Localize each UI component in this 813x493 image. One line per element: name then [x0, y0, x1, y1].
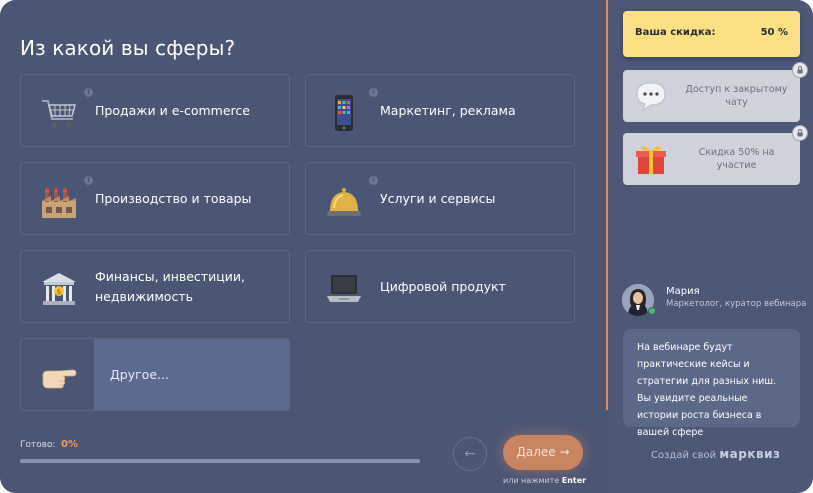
rewards-sidebar: Ваша скидка: 50 % Доступ к закрытому чат… [608, 0, 813, 493]
info-icon[interactable]: i [84, 88, 93, 97]
speech-bubble-icon [636, 82, 666, 112]
lock-icon [792, 125, 808, 141]
gift-icon [636, 146, 666, 174]
info-icon[interactable]: i [369, 176, 378, 185]
quiz-main-panel: Из какой вы сферы? i Продажи и e-commerc… [0, 0, 606, 493]
brand-logo: марквиз [719, 447, 781, 461]
enter-hint: или нажмите Enter [503, 476, 593, 485]
reward-discount: Скидка 50% на участие [623, 125, 808, 185]
service-bell-icon [327, 187, 361, 216]
online-indicator [648, 307, 656, 315]
footer-create-text: Создай свой [651, 450, 717, 461]
hint-key: Enter [561, 476, 587, 485]
author-message: На вебинаре будут практические кейсы и с… [623, 329, 800, 438]
hint-text: или нажмите [503, 476, 560, 485]
discount-label: Ваша скидка: [635, 27, 716, 38]
discount-banner: Ваша скидка: 50 % [623, 11, 800, 57]
bank-icon: $ [42, 273, 76, 305]
option-label: Производство и товары [95, 190, 252, 206]
option-label: Цифровой продукт [380, 278, 506, 294]
option-production-goods[interactable]: i Производство и товары [20, 162, 290, 235]
info-icon[interactable]: i [84, 176, 93, 185]
option-marketing-advertising[interactable]: i Маркетинг, реклама [305, 74, 575, 147]
lock-icon [792, 62, 808, 78]
question-title: Из какой вы сферы? [20, 36, 236, 60]
progress-value: 0% [61, 439, 78, 450]
option-label: Финансы, инвестиции, недвижимость [95, 268, 245, 304]
svg-text:$: $ [57, 288, 61, 296]
author-name: Мария [666, 286, 700, 297]
info-icon[interactable]: i [369, 88, 378, 97]
shopping-cart-icon [42, 100, 76, 128]
laptop-icon [327, 275, 361, 302]
pointing-hand-icon [42, 369, 77, 389]
back-button[interactable]: ← [453, 437, 487, 471]
option-sales-ecommerce[interactable]: i Продажи и e-commerce [20, 74, 290, 147]
next-button[interactable]: Далее → [503, 435, 583, 470]
create-quiz-link[interactable]: Создай свой марквиз [651, 447, 780, 461]
option-label: Маркетинг, реклама [380, 102, 516, 118]
reward-text: Скидка 50% на участие [698, 147, 775, 171]
mobile-phone-icon [335, 95, 353, 131]
factory-icon [42, 188, 76, 218]
option-other[interactable]: Другое... [20, 338, 290, 411]
progress-label: Готово: [20, 440, 56, 450]
quiz-window: Из какой вы сферы? i Продажи и e-commerc… [0, 0, 813, 493]
progress-bar [20, 459, 420, 463]
option-services[interactable]: i Услуги и сервисы [305, 162, 575, 235]
option-finance-investments-realty[interactable]: $ Финансы, инвестиции, недвижимость [20, 250, 290, 323]
option-digital-product[interactable]: Цифровой продукт [305, 250, 575, 323]
reward-closed-chat: Доступ к закрытому чату [623, 62, 808, 122]
other-input[interactable]: Другое... [94, 339, 289, 410]
author-role: Маркетолог, куратор вебинара [666, 299, 807, 309]
option-label: Продажи и e-commerce [95, 102, 250, 118]
option-label: Услуги и сервисы [380, 190, 496, 206]
discount-value: 50 % [760, 27, 788, 38]
reward-text: Доступ к закрытому чату [685, 84, 788, 108]
